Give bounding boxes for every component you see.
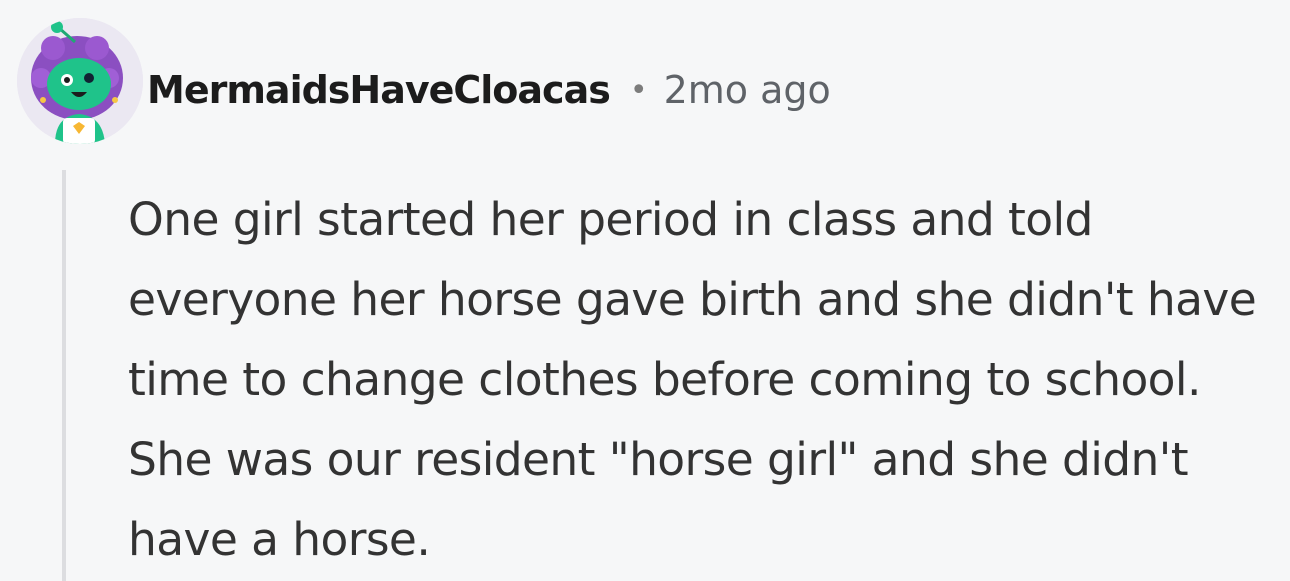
snoo-avatar-icon — [17, 18, 143, 144]
comment-body: One girl started her period in class and… — [128, 193, 1257, 566]
username-link[interactable]: MermaidsHaveCloacas — [147, 68, 611, 112]
timestamp[interactable]: 2mo ago — [664, 68, 831, 112]
comment: MermaidsHaveCloacas • 2mo ago One girl s… — [0, 0, 1290, 581]
thread-line[interactable] — [62, 170, 66, 581]
comment-meta: MermaidsHaveCloacas • 2mo ago — [147, 60, 831, 120]
separator-dot: • — [629, 72, 648, 108]
avatar[interactable] — [17, 18, 143, 144]
